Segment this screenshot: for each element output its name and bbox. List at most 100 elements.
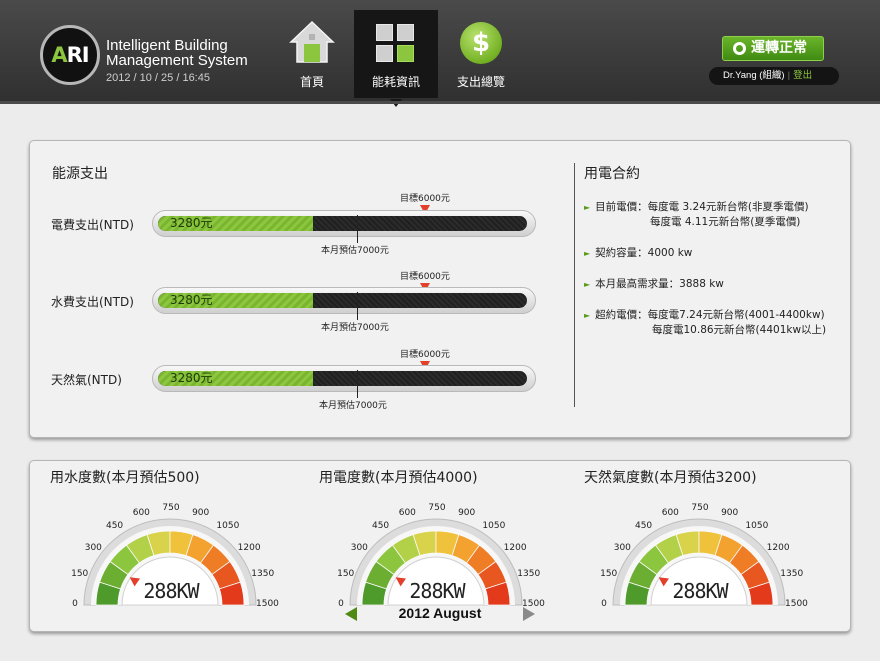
estimate-tick <box>357 215 358 243</box>
contract-overage: ► 超約電價：每度電7.24元新台幣(4001-4400kw) <box>584 308 825 323</box>
home-icon <box>289 20 335 63</box>
gauge-water-title: 用水度數(本月預估500) <box>50 470 200 486</box>
estimate-tick <box>357 370 358 398</box>
gauge-electric-title: 用電度數(本月預估4000) <box>319 470 478 486</box>
estimate-tick <box>357 292 358 320</box>
gauge-tick-label: 600 <box>661 507 679 518</box>
gauge-tick-label: 300 <box>350 542 368 553</box>
gauge-tick-label: 750 <box>162 503 180 513</box>
bullet-icon: ► <box>584 203 591 212</box>
status-ring-icon <box>733 42 746 55</box>
gauge-tick-label: 0 <box>72 599 78 609</box>
gauge-tick-label: 1200 <box>503 542 527 553</box>
gauge-tick-label: 450 <box>634 521 653 532</box>
gauge-tick-label: 900 <box>721 507 739 518</box>
contract-max-demand-text: 本月最高需求量：3888 kw <box>595 278 724 290</box>
bar-label-water: 水費支出(NTD) <box>51 295 134 309</box>
gauge-tick-label: 1500 <box>785 599 808 609</box>
logo-letter-a: A <box>51 43 67 67</box>
gauge-tick-label: 300 <box>84 542 102 553</box>
month-label: 2012 August <box>398 605 482 621</box>
ari-logo[interactable]: A RI <box>40 25 100 85</box>
gauge-readout: 288KW <box>409 579 465 603</box>
gauge-tick-label: 1350 <box>780 569 804 580</box>
expenses-panel: 能源支出 電費支出(NTD) 目標6000元 3280元 本月預估7000元 水… <box>29 140 851 438</box>
gauge-gas: 0 150 300 450 600 750 900 1050 1200 1350 1500 288KW <box>597 487 808 617</box>
bullet-icon: ► <box>584 249 591 258</box>
bar-target-label: 目標6000元 <box>400 350 450 360</box>
app-title-line2: Management System <box>106 52 248 69</box>
contract-max-demand: ► 本月最高需求量：3888 kw <box>584 277 724 292</box>
app-header: A RI Intelligent Building Management Syst… <box>0 0 880 107</box>
gauge-tick-label: 1050 <box>482 521 506 532</box>
bar-electric: 3280元 <box>152 210 536 237</box>
user-name: Dr.Yang <box>723 70 757 81</box>
app-title-line1: Intelligent Building <box>106 37 228 54</box>
gauge-tick-label: 1050 <box>745 521 769 532</box>
status-button[interactable]: 運轉正常 <box>722 36 824 61</box>
bullet-icon: ► <box>584 280 591 289</box>
contract-title: 用電合約 <box>584 166 640 182</box>
gauge-tick-label: 1200 <box>766 542 790 553</box>
app-title: Intelligent Building Management System <box>106 38 286 68</box>
bullet-icon: ► <box>584 311 591 320</box>
next-month-arrow-icon[interactable] <box>523 607 535 621</box>
panel-divider <box>574 163 575 407</box>
gauge-gas-title: 天然氣度數(本月預估3200) <box>584 470 757 486</box>
bar-track-inner: 3280元 <box>158 293 527 308</box>
gauge-tick-label: 1350 <box>251 569 275 580</box>
gauge-electric: 0 150 300 450 600 750 900 1050 1200 1350 1500 288KW <box>334 487 545 617</box>
gauge-tick-label: 1500 <box>256 599 279 609</box>
bar-estimate-label: 本月預估7000元 <box>321 323 389 333</box>
bar-value: 3280元 <box>170 293 213 307</box>
gauge-tick-label: 600 <box>132 507 150 518</box>
gauge-readout: 288KW <box>143 579 199 603</box>
bar-label-gas: 天然氣(NTD) <box>51 373 122 387</box>
month-navigator: 2012 August <box>342 603 538 625</box>
logout-link[interactable]: 登出 <box>793 70 812 81</box>
header-datetime: 2012 / 10 / 25 / 16:45 <box>106 72 210 84</box>
nav-home-label: 首頁 <box>299 75 324 89</box>
bar-gas: 3280元 <box>152 365 536 392</box>
gauge-tick-label: 0 <box>601 599 607 609</box>
dollar-icon: $ <box>460 22 502 64</box>
bar-target-label: 目標6000元 <box>400 272 450 282</box>
gauge-tick-label: 900 <box>192 507 210 518</box>
bar-label-electric: 電費支出(NTD) <box>51 218 134 232</box>
bar-track-inner: 3280元 <box>158 371 527 386</box>
user-bar: Dr.Yang (組織) | 登出 <box>709 67 839 85</box>
nav-home[interactable]: 首頁 <box>283 10 341 92</box>
bar-value: 3280元 <box>170 371 213 385</box>
bar-estimate-label: 本月預估7000元 <box>319 401 387 411</box>
nav-cost-label: 支出總覽 <box>456 75 505 89</box>
gauge-tick-label: 1050 <box>216 521 240 532</box>
gauge-tick-label: 600 <box>398 507 416 518</box>
contract-current-price-line2: 每度電 4.11元新台幣(夏季電價) <box>650 216 801 228</box>
logo-letters-ri: RI <box>66 43 90 67</box>
gauge-readout: 288KW <box>672 579 728 603</box>
grid-icon <box>376 24 416 64</box>
gauge-tick-label: 900 <box>458 507 476 518</box>
gauge-tick-label: 750 <box>691 503 709 513</box>
gauge-tick-label: 450 <box>105 521 124 532</box>
status-label: 運轉正常 <box>751 40 807 56</box>
gauge-tick-label: 1200 <box>237 542 261 553</box>
user-group: (組織) <box>759 70 785 81</box>
prev-month-arrow-icon[interactable] <box>345 607 357 621</box>
contract-current-price-text: 目前電價：每度電 3.24元新台幣(非夏季電價) <box>595 201 809 213</box>
contract-capacity: ► 契約容量：4000 kw <box>584 246 692 261</box>
gauge-water: 0 150 300 450 600 750 900 1050 1200 1350 1500 288KW <box>68 487 279 617</box>
nav-cost-overview[interactable]: $ 支出總覽 <box>451 10 511 92</box>
gauge-tick-label: 1350 <box>517 569 541 580</box>
expenses-title: 能源支出 <box>52 166 108 182</box>
nav-energy-info[interactable]: 能耗資訊 <box>354 10 438 107</box>
bar-estimate-label: 本月預估7000元 <box>321 246 389 256</box>
bar-value: 3280元 <box>170 216 213 230</box>
bar-target-label: 目標6000元 <box>400 194 450 204</box>
bar-water: 3280元 <box>152 287 536 314</box>
bar-track-inner: 3280元 <box>158 216 527 231</box>
gauge-tick-label: 750 <box>428 503 446 513</box>
contract-current-price: ► 目前電價：每度電 3.24元新台幣(非夏季電價) <box>584 200 809 215</box>
contract-overage-text: 超約電價：每度電7.24元新台幣(4001-4400kw) <box>595 309 825 321</box>
gauge-tick-label: 450 <box>371 521 390 532</box>
